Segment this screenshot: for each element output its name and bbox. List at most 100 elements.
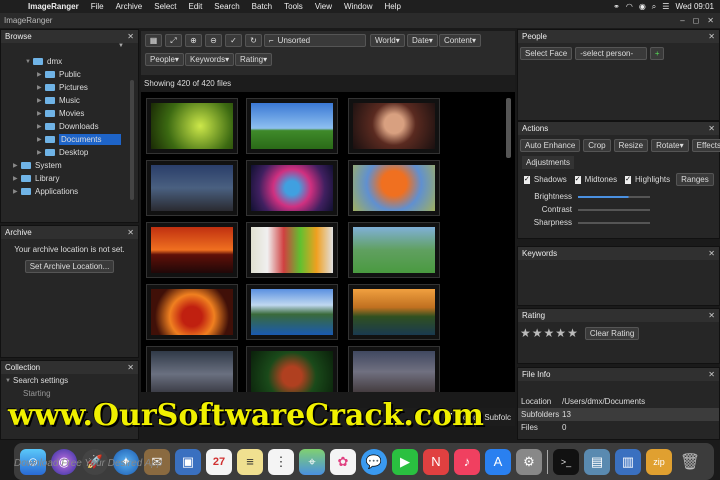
chevron-down-icon[interactable]: ▼ — [1, 43, 138, 53]
world-dropdown[interactable]: World ▾ — [370, 34, 405, 47]
refresh-icon[interactable]: ↻ — [245, 34, 262, 47]
thumbnail[interactable] — [146, 284, 238, 340]
highlights-checkbox[interactable]: ✓ — [625, 175, 632, 184]
search-icon[interactable]: ⌕ — [652, 2, 656, 12]
tree-item-library[interactable]: ▶ Library — [1, 172, 131, 185]
menu-search[interactable]: Search — [208, 2, 245, 11]
search-settings-item[interactable]: ▼ Search settings — [1, 374, 138, 387]
select-face-button[interactable]: Select Face — [520, 47, 573, 60]
thumbnail[interactable] — [246, 284, 338, 340]
photos-icon[interactable]: ✿ — [330, 448, 356, 475]
menu-file[interactable]: File — [85, 2, 110, 11]
thumbnail[interactable] — [348, 346, 440, 392]
star-icon[interactable]: ★ — [532, 326, 543, 340]
zip-icon[interactable]: zip — [646, 448, 672, 475]
date-dropdown[interactable]: Date ▾ — [407, 34, 438, 47]
menu-icon[interactable]: ☰ — [662, 2, 669, 11]
wifi-icon[interactable]: ◠ — [626, 2, 633, 11]
people-dropdown[interactable]: People ▾ — [145, 53, 184, 66]
tree-item-applications[interactable]: ▶ Applications — [1, 185, 131, 198]
menu-window[interactable]: Window — [338, 2, 378, 11]
tree-item-pictures[interactable]: ▶ Pictures — [1, 81, 131, 94]
crop-button[interactable]: Crop — [583, 139, 611, 152]
shadows-checkbox[interactable]: ✓ — [524, 175, 530, 184]
disclosure-icon[interactable]: ▶ — [37, 149, 45, 156]
calendar-icon[interactable]: 27 — [206, 448, 232, 475]
disclosure-icon[interactable]: ▶ — [37, 123, 45, 130]
disclosure-icon[interactable]: ▶ — [37, 136, 45, 143]
close-icon[interactable]: ✕ — [127, 363, 134, 372]
rating-dropdown[interactable]: Rating ▾ — [235, 53, 273, 66]
midtones-checkbox[interactable]: ✓ — [574, 175, 581, 184]
menu-view[interactable]: View — [309, 2, 338, 11]
maximize-icon[interactable]: ◻ — [693, 16, 700, 25]
close-icon[interactable]: ✕ — [708, 124, 715, 133]
tree-item-dmx[interactable]: ▼ dmx — [1, 55, 131, 68]
keywords-dropdown[interactable]: Keywords ▾ — [185, 53, 235, 66]
thumbnail[interactable] — [146, 98, 238, 154]
thumbnail[interactable] — [348, 98, 440, 154]
link-icon[interactable]: ⚭ — [613, 2, 620, 11]
menu-select[interactable]: Select — [148, 2, 182, 11]
menu-batch[interactable]: Batch — [246, 2, 278, 11]
ranges-button[interactable]: Ranges — [676, 173, 714, 186]
thumbnail[interactable] — [146, 346, 238, 392]
clear-rating-button[interactable]: Clear Rating — [584, 326, 640, 340]
tree-item-movies[interactable]: ▶ Movies — [1, 107, 131, 120]
adjustments-tab[interactable]: Adjustments — [522, 156, 575, 169]
star-icon[interactable]: ★ — [520, 326, 531, 340]
app-store-icon[interactable]: A — [485, 448, 511, 475]
menu-tools[interactable]: Tools — [278, 2, 309, 11]
close-icon[interactable]: ✕ — [708, 32, 715, 41]
menu-archive[interactable]: Archive — [110, 2, 149, 11]
filter-dropdown[interactable]: ⌐ Unsorted — [264, 34, 366, 47]
menu-app[interactable]: ImageRanger — [22, 2, 85, 11]
close-icon[interactable]: ✕ — [127, 32, 134, 41]
reminders-icon[interactable]: ⋮ — [268, 448, 294, 475]
sharpness-slider[interactable] — [578, 221, 650, 224]
rotate-dropdown[interactable]: Rotate ▾ — [651, 139, 689, 152]
trash-icon[interactable]: 🗑 — [677, 449, 703, 475]
thumbnail[interactable] — [348, 284, 440, 340]
music-icon[interactable]: ♪ — [454, 448, 480, 475]
set-archive-location-button[interactable]: Set Archive Location... — [24, 260, 115, 273]
contrast-slider[interactable] — [578, 208, 650, 211]
thumbnail[interactable] — [146, 160, 238, 216]
fit-icon[interactable]: ⤢ — [165, 34, 182, 47]
brightness-slider[interactable] — [578, 195, 650, 198]
thumbnail[interactable] — [246, 160, 338, 216]
auto-enhance-button[interactable]: Auto Enhance — [520, 139, 581, 152]
tree-item-desktop[interactable]: ▶ Desktop — [1, 146, 131, 159]
thumbnail[interactable] — [246, 346, 338, 392]
tree-item-downloads[interactable]: ▶ Downloads — [1, 120, 131, 133]
content-dropdown[interactable]: Content ▾ — [439, 34, 482, 47]
contacts-icon[interactable]: ▣ — [175, 448, 201, 475]
star-icon[interactable]: ★ — [555, 326, 566, 340]
star-icon[interactable]: ★ — [567, 326, 578, 340]
thumbnail[interactable] — [246, 98, 338, 154]
effects-dropdown[interactable]: Effects▾ — [691, 139, 720, 152]
scrollbar[interactable] — [506, 98, 511, 158]
grid-view-icon[interactable]: ▦ — [145, 34, 162, 47]
imageranger-icon[interactable]: ▤ — [584, 448, 610, 475]
disclosure-icon[interactable]: ▶ — [37, 110, 45, 117]
news-icon[interactable]: N — [423, 448, 449, 475]
folder-stack-icon[interactable]: ▥ — [615, 448, 641, 475]
maps-icon[interactable]: ⌖ — [299, 448, 325, 475]
clock[interactable]: Wed 09:01 — [675, 2, 714, 11]
disclosure-icon[interactable]: ▶ — [37, 97, 45, 104]
thumbnail[interactable] — [246, 222, 338, 278]
check-icon[interactable]: ✓ — [225, 34, 242, 47]
disclosure-icon[interactable]: ▶ — [37, 84, 45, 91]
close-icon[interactable]: ✕ — [707, 16, 714, 25]
close-icon[interactable]: ✕ — [708, 249, 715, 258]
thumbnail[interactable] — [146, 222, 238, 278]
zoom-out-icon[interactable]: ⊖ — [205, 34, 222, 47]
disclosure-open-icon[interactable]: ▼ — [25, 59, 33, 65]
disclosure-icon[interactable]: ▶ — [13, 162, 21, 169]
zoom-in-icon[interactable]: ⊕ — [185, 34, 202, 47]
close-icon[interactable]: ✕ — [127, 228, 134, 237]
star-icon[interactable]: ★ — [544, 326, 555, 340]
tree-item-public[interactable]: ▶ Public — [1, 68, 131, 81]
facetime-icon[interactable]: ▶ — [392, 448, 418, 475]
